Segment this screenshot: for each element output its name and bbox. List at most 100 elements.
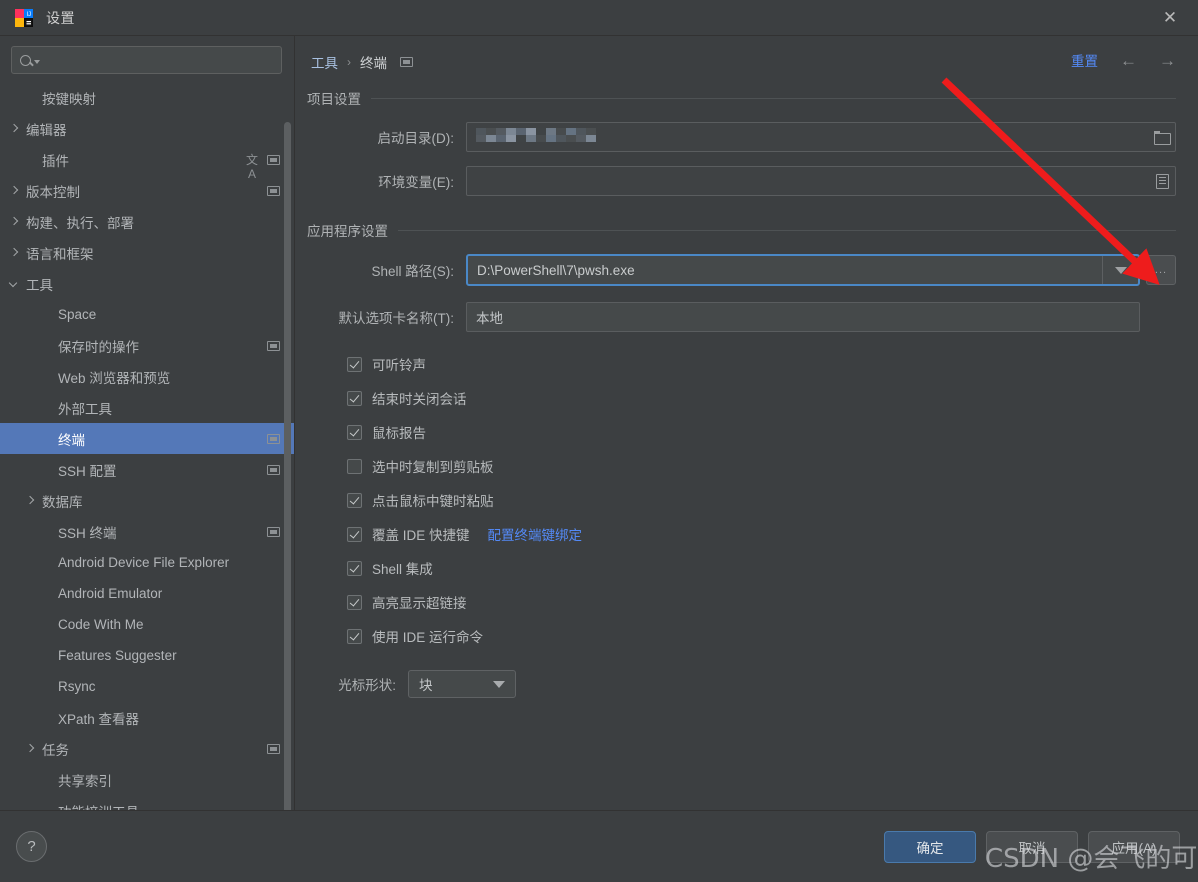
checkbox-label[interactable]: 覆盖 IDE 快捷键 [372, 524, 470, 544]
sidebar-item[interactable]: Features Suggester [0, 640, 294, 671]
reset-link[interactable]: 重置 [1071, 50, 1098, 70]
sidebar-search-wrap [0, 36, 294, 82]
checkbox-row[interactable]: 点击鼠标中键时粘贴 [347, 488, 1176, 512]
sidebar-item[interactable]: Rsync [0, 671, 294, 702]
sidebar-item[interactable]: 外部工具 [0, 392, 294, 423]
checkbox-row[interactable]: 高亮显示超链接 [347, 590, 1176, 614]
sidebar-item[interactable]: 工具 [0, 268, 294, 299]
cursor-shape-label: 光标形状: [338, 678, 396, 693]
sidebar-item[interactable]: SSH 终端 [0, 516, 294, 547]
checkbox-label[interactable]: 鼠标报告 [372, 422, 426, 442]
sidebar-item[interactable]: Space [0, 299, 294, 330]
sidebar-item-label: Space [58, 307, 97, 322]
sidebar-item[interactable]: 按键映射 [0, 82, 294, 113]
checkbox-checked-icon[interactable] [347, 526, 362, 542]
chevron-right-icon[interactable] [10, 248, 19, 257]
search-box[interactable] [11, 46, 282, 74]
sidebar-item[interactable]: 共享索引 [0, 764, 294, 795]
chevron-right-icon[interactable] [26, 744, 35, 753]
sidebar-item[interactable]: Web 浏览器和预览 [0, 361, 294, 392]
chevron-down-icon[interactable] [1102, 256, 1138, 284]
settings-sidebar: 按键映射编辑器 插件 文A 版本控制 构建、执行、部署 语言和框架工具 Space 保存时的操… [0, 36, 295, 846]
dialog-footer: ? 确定 取消 应用(A) [0, 810, 1198, 882]
sidebar-item-label: 插件 [42, 153, 69, 169]
checkbox-row[interactable]: 覆盖 IDE 快捷键 配置终端键绑定 [347, 522, 1176, 546]
checkbox-row[interactable]: 可听铃声 [347, 352, 1176, 376]
checkbox-checked-icon[interactable] [347, 628, 362, 644]
sidebar-item[interactable]: 语言和框架 [0, 237, 294, 268]
env-vars-input[interactable] [466, 166, 1176, 196]
project-scope-icon [267, 433, 280, 444]
breadcrumb-separator: › [347, 55, 351, 69]
cursor-shape-select[interactable]: 块 [408, 670, 516, 698]
sidebar-item[interactable]: Code With Me [0, 609, 294, 640]
sidebar-item-label: Features Suggester [58, 648, 177, 663]
sidebar-item[interactable]: Android Emulator [0, 578, 294, 609]
checkbox-checked-icon[interactable] [347, 424, 362, 440]
sidebar-item[interactable]: 任务 [0, 733, 294, 764]
chevron-right-icon[interactable] [10, 186, 19, 195]
sidebar-item[interactable]: 插件 文A [0, 144, 294, 181]
configure-terminal-keybindings-link[interactable]: 配置终端键绑定 [488, 524, 583, 544]
breadcrumb: 工具 › 终端 [295, 36, 1198, 76]
apply-button[interactable]: 应用(A) [1088, 830, 1180, 863]
checkbox-label[interactable]: 结束时关闭会话 [372, 388, 467, 408]
checkbox-row[interactable]: 选中时复制到剪贴板 [347, 454, 1176, 478]
close-icon[interactable]: ✕ [1142, 0, 1198, 35]
chevron-right-icon[interactable] [10, 124, 19, 133]
checkbox-row[interactable]: 鼠标报告 [347, 420, 1176, 444]
checkbox-label[interactable]: Shell 集成 [372, 558, 433, 578]
sidebar-item[interactable]: 版本控制 [0, 175, 294, 206]
tab-name-input[interactable]: 本地 [466, 302, 1140, 332]
sidebar-item[interactable]: 保存时的操作 [0, 330, 294, 361]
ok-button[interactable]: 确定 [884, 830, 976, 863]
checkbox-checked-icon[interactable] [347, 560, 362, 576]
back-arrow-icon[interactable]: ← [1120, 52, 1137, 69]
sidebar-item[interactable]: XPath 查看器 [0, 702, 294, 733]
checkbox-label[interactable]: 点击鼠标中键时粘贴 [372, 490, 494, 510]
checkbox-row[interactable]: Shell 集成 [347, 556, 1176, 580]
sidebar-item[interactable]: 编辑器 [0, 113, 294, 144]
chevron-down-icon [493, 680, 505, 688]
sidebar-item-label: 按键映射 [42, 91, 96, 107]
environment-list-icon[interactable] [1156, 173, 1169, 189]
checkbox-checked-icon[interactable] [347, 594, 362, 610]
checkbox-label[interactable]: 使用 IDE 运行命令 [372, 626, 483, 646]
sidebar-item[interactable]: 数据库 [0, 485, 294, 516]
browse-button[interactable]: ... [1146, 255, 1176, 285]
sidebar-item[interactable]: 终端 [0, 423, 294, 454]
checkbox-row[interactable]: 使用 IDE 运行命令 [347, 624, 1176, 648]
search-input[interactable] [40, 51, 281, 69]
checkbox-label[interactable]: 高亮显示超链接 [372, 592, 467, 612]
chevron-right-icon[interactable] [26, 496, 35, 505]
checkbox-label[interactable]: 可听铃声 [372, 354, 426, 374]
checkbox-row[interactable]: 结束时关闭会话 [347, 386, 1176, 410]
sidebar-item[interactable]: Android Device File Explorer [0, 547, 294, 578]
checkbox-unchecked-icon[interactable] [347, 458, 362, 474]
start-dir-input[interactable] [466, 122, 1176, 152]
sidebar-scrollbar[interactable] [284, 122, 291, 822]
sidebar-item-label: 工具 [26, 277, 53, 293]
sidebar-item-label: Code With Me [58, 617, 144, 632]
help-button[interactable]: ? [16, 831, 47, 862]
project-scope-icon [400, 57, 413, 67]
breadcrumb-root[interactable]: 工具 [311, 52, 338, 72]
folder-icon[interactable] [1154, 131, 1171, 145]
sidebar-item[interactable]: 构建、执行、部署 [0, 206, 294, 237]
shell-path-value[interactable]: D:\PowerShell\7\pwsh.exe [468, 256, 1102, 284]
cancel-button[interactable]: 取消 [986, 830, 1078, 863]
start-dir-label: 启动目录(D): [377, 131, 455, 146]
chevron-right-icon[interactable] [10, 217, 19, 226]
forward-arrow-icon[interactable]: → [1159, 52, 1176, 69]
shell-path-label: Shell 路径(S): [371, 264, 454, 279]
shell-path-combobox[interactable]: D:\PowerShell\7\pwsh.exe [466, 254, 1140, 286]
settings-tree: 按键映射编辑器 插件 文A 版本控制 构建、执行、部署 语言和框架工具 Space 保存时的操… [0, 82, 294, 826]
checkbox-checked-icon[interactable] [347, 492, 362, 508]
checkbox-checked-icon[interactable] [347, 390, 362, 406]
project-settings-title: 项目设置 [307, 92, 361, 107]
sidebar-item[interactable]: SSH 配置 [0, 454, 294, 485]
checkbox-label[interactable]: 选中时复制到剪贴板 [372, 456, 494, 476]
tab-name-value: 本地 [476, 311, 503, 326]
checkbox-checked-icon[interactable] [347, 356, 362, 372]
chevron-down-icon[interactable] [10, 279, 19, 288]
